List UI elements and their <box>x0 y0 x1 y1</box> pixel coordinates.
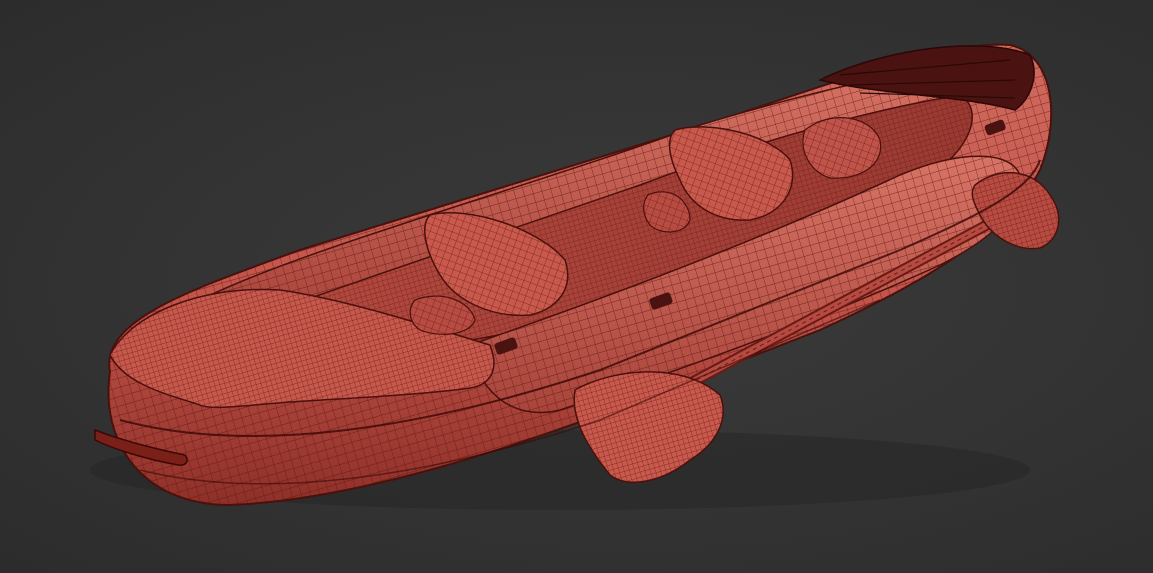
kayak-wireframe-model <box>90 43 1060 510</box>
3d-viewport[interactable] <box>0 0 1153 573</box>
